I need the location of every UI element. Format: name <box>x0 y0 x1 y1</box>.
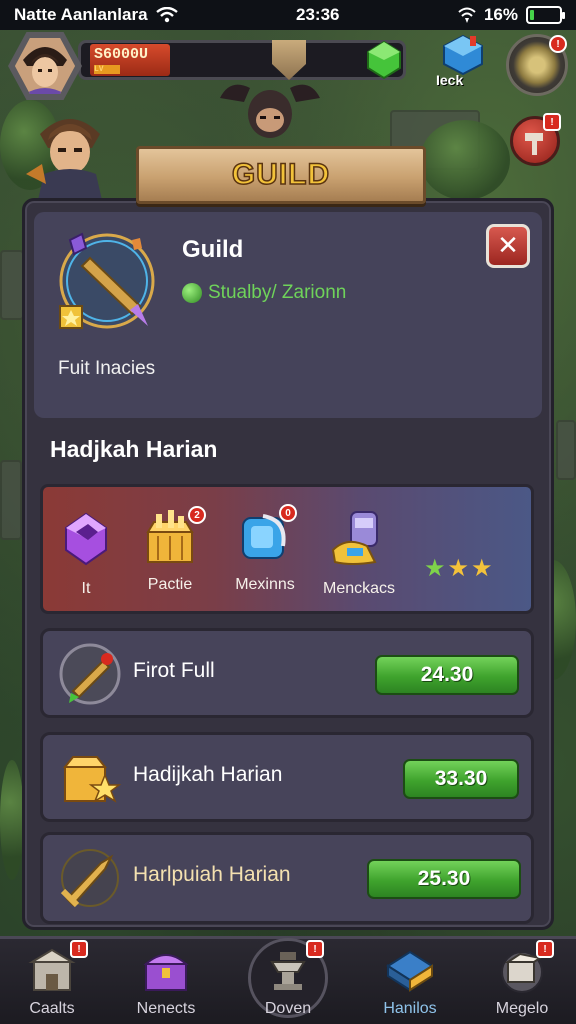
guild-emblem-icon <box>59 232 155 329</box>
hero-character-sprite[interactable] <box>20 104 120 200</box>
carrier-name: Natte Aanlanlara <box>14 5 148 24</box>
nav-item-doven[interactable]: ! Doven <box>240 940 336 1018</box>
reward-badge: 2 <box>188 506 206 524</box>
reward-item[interactable]: 0 Mexinns <box>222 504 308 594</box>
shop-list-item[interactable]: Firot Full 24.30 <box>40 628 534 718</box>
shop-list-item[interactable]: Hadijkah Harian 33.30 <box>40 732 534 822</box>
reward-stars: ★ ★ ★ <box>424 554 493 582</box>
player-level-tag: LV <box>94 65 120 74</box>
guild-status-text: Stualby/ Zarionn <box>208 282 347 303</box>
currency-label: Ieck <box>436 72 464 88</box>
notification-badge: ! <box>543 113 561 131</box>
golden-blade-icon <box>60 849 119 908</box>
player-name: S6000U <box>94 46 149 63</box>
reward-label: It <box>81 580 91 597</box>
list-item-label: Harlpuiah Harian <box>133 863 291 886</box>
buy-button[interactable]: 33.30 <box>403 759 519 799</box>
reward-label: Menckacs <box>322 580 396 597</box>
nav-label: Caalts <box>29 1000 75 1017</box>
section-title: Hadjkah Harian <box>50 436 218 462</box>
blue-cube-icon[interactable] <box>440 34 486 76</box>
nav-item-caalts[interactable]: ! Caalts <box>4 940 100 1018</box>
screen-title: GUILD <box>231 157 331 192</box>
nav-label: Hanilos <box>383 1000 437 1017</box>
wifi-icon <box>155 7 178 23</box>
nav-badge: ! <box>536 940 554 958</box>
blue-book-icon <box>386 950 434 992</box>
nav-label: Doven <box>264 1000 312 1017</box>
battery-icon <box>525 6 565 24</box>
buy-button[interactable]: 24.30 <box>375 655 519 695</box>
buy-button[interactable]: 25.30 <box>367 859 521 899</box>
status-bar: Natte Aanlanlara 23:36 16% <box>0 0 576 30</box>
purple-crystal-icon <box>65 512 107 566</box>
nav-badge: ! <box>306 940 324 958</box>
nav-badge: ! <box>70 940 88 958</box>
title-banner: GUILD <box>136 146 426 204</box>
player-name-plate: S6000U LV <box>90 44 170 76</box>
list-item-label: Firot Full <box>133 659 215 682</box>
shop-list-item[interactable]: Harlpuiah Harian 25.30 <box>40 832 534 924</box>
purple-chest-icon <box>143 954 189 991</box>
hammer-icon[interactable]: ! <box>510 113 561 166</box>
green-gem-icon[interactable] <box>364 40 404 80</box>
signal-icon <box>458 7 476 23</box>
reward-badge: 0 <box>279 504 297 522</box>
green-gem-icon <box>182 283 202 303</box>
reward-item[interactable]: Menckacs <box>314 506 404 598</box>
battery-percent: 16% <box>483 5 518 24</box>
star-icon: ★ <box>424 554 446 582</box>
golden-star-chest-icon <box>62 756 122 803</box>
clock-time: 23:36 <box>296 5 340 24</box>
nav-item-nenects[interactable]: Nenects <box>118 944 214 1018</box>
potion-bottle-icon <box>331 511 378 565</box>
enemy-character-sprite[interactable] <box>210 78 330 148</box>
reward-item[interactable]: It <box>48 506 124 598</box>
reward-label: Mexinns <box>235 576 295 593</box>
nav-label: Nenects <box>136 1000 196 1017</box>
guild-status: Stualby/ Zarionn <box>182 282 346 304</box>
nav-label: Megelo <box>495 1000 549 1017</box>
guild-title: Guild <box>182 236 244 263</box>
reward-label: Pactie <box>147 576 193 593</box>
star-icon: ★ <box>471 554 493 582</box>
close-icon: ✕ <box>497 231 519 261</box>
list-item-label: Hadijkah Harian <box>133 763 283 786</box>
notification-badge: ! <box>549 35 567 53</box>
golden-sword-icon <box>59 643 121 705</box>
star-icon: ★ <box>447 554 470 582</box>
guild-subtitle: Fuit Inacies <box>58 358 156 379</box>
reward-item[interactable]: 2 Pactie <box>132 506 208 594</box>
nav-item-hanilos[interactable]: Hanilos <box>362 944 458 1018</box>
map-compass-icon[interactable]: ! <box>506 34 568 96</box>
nav-item-megelo[interactable]: ! Megelo <box>474 940 570 1018</box>
close-button[interactable]: ✕ <box>486 224 530 268</box>
